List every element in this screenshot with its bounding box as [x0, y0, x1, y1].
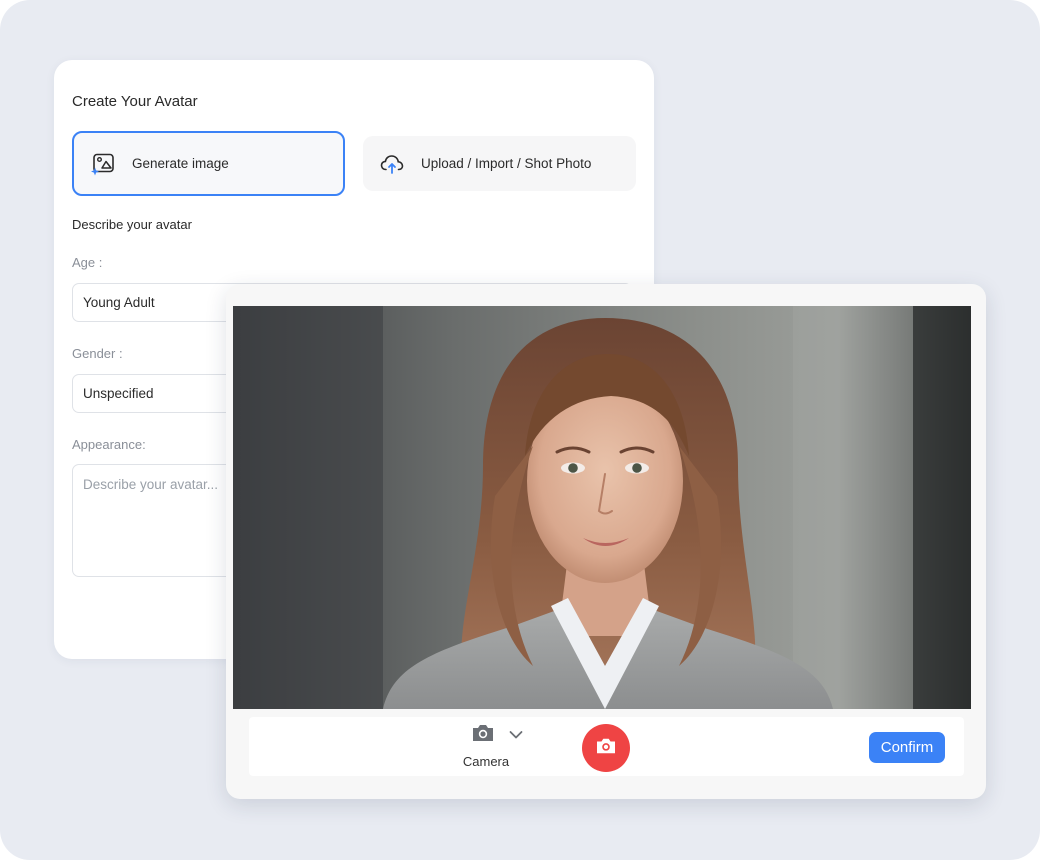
- age-label: Age :: [72, 255, 103, 270]
- generate-image-option[interactable]: Generate image: [72, 131, 345, 196]
- chevron-down-icon[interactable]: [509, 727, 523, 745]
- camera-preview-photo: [233, 306, 971, 709]
- camera-icon: [471, 723, 495, 748]
- appearance-label: Appearance:: [72, 437, 146, 452]
- camera-source-label: Camera: [462, 754, 510, 769]
- camera-panel: Camera Confirm: [226, 284, 986, 799]
- describe-section-label: Describe your avatar: [72, 217, 192, 232]
- generate-image-label: Generate image: [132, 156, 229, 171]
- camera-source-selector[interactable]: Camera: [441, 723, 531, 773]
- capture-button[interactable]: [582, 724, 630, 772]
- gender-value: Unspecified: [83, 386, 154, 401]
- upload-photo-label: Upload / Import / Shot Photo: [421, 156, 592, 171]
- confirm-button[interactable]: Confirm: [869, 732, 945, 763]
- cloud-upload-icon: [379, 151, 405, 177]
- upload-photo-option[interactable]: Upload / Import / Shot Photo: [363, 136, 636, 191]
- camera-toolbar: Camera Confirm: [249, 717, 964, 776]
- appearance-placeholder: Describe your avatar...: [83, 477, 219, 492]
- image-sparkle-icon: [90, 151, 116, 177]
- age-value: Young Adult: [83, 295, 155, 310]
- gender-label: Gender :: [72, 346, 123, 361]
- app-canvas: Create Your Avatar Generate image Upload…: [0, 0, 1040, 860]
- camera-icon: [595, 737, 617, 760]
- card-title: Create Your Avatar: [72, 93, 198, 110]
